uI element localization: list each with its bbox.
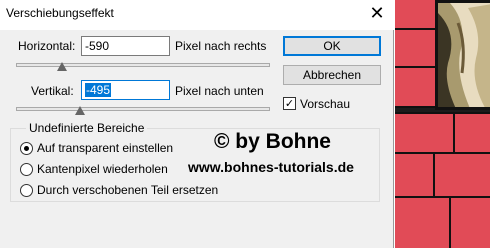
brick-tile	[395, 112, 455, 154]
horizontal-slider-thumb[interactable]	[56, 62, 67, 71]
horizontal-unit: Pixel nach rechts	[175, 39, 267, 53]
brick-tile	[395, 0, 439, 30]
cancel-button[interactable]: Abbrechen	[283, 65, 381, 85]
image-fragment-graphic	[438, 3, 490, 107]
vertical-label: Vertikal:	[31, 84, 74, 98]
vertical-input[interactable]: -495	[81, 80, 170, 100]
vertical-unit: Pixel nach unten	[175, 84, 264, 98]
brick-tile	[433, 152, 490, 198]
radio-repeat-edges-label: Kantenpixel wiederholen	[37, 162, 168, 176]
brick-tile	[395, 66, 439, 108]
brick-tile	[395, 28, 439, 68]
preview-checkbox[interactable]: ✓	[283, 97, 296, 110]
close-icon[interactable]: ✕	[364, 2, 390, 26]
brick-tile	[395, 152, 435, 198]
horizontal-slider[interactable]	[16, 63, 270, 67]
title-bar: Verschiebungseffekt ✕	[0, 0, 394, 30]
radio-wrap-around-label: Durch verschobenen Teil ersetzen	[37, 183, 219, 197]
brick-tile	[453, 112, 490, 154]
radio-transparent-label: Auf transparent einstellen	[37, 141, 174, 155]
horizontal-label: Horizontal:	[18, 39, 76, 53]
horizontal-value: -590	[85, 39, 110, 53]
radio-wrap-around[interactable]	[20, 184, 33, 197]
radio-transparent[interactable]	[20, 142, 33, 155]
vertical-slider[interactable]	[16, 107, 270, 111]
brick-tile	[449, 196, 490, 248]
dialog-title: Verschiebungseffekt	[6, 6, 114, 20]
brick-tile	[395, 196, 451, 248]
vertical-value: -495	[85, 83, 112, 97]
preview-label: Vorschau	[300, 97, 351, 111]
watermark-copyright: © by Bohne	[214, 130, 331, 153]
vertical-slider-thumb[interactable]	[74, 106, 85, 115]
ok-button[interactable]: OK	[283, 36, 381, 56]
image-canvas	[395, 0, 490, 248]
radio-repeat-edges[interactable]	[20, 163, 33, 176]
offset-image-fragment	[435, 0, 490, 110]
watermark-url: www.bohnes-tutorials.de	[188, 159, 354, 175]
offset-dialog: Verschiebungseffekt ✕ Horizontal: -590 P…	[0, 0, 394, 248]
undefined-areas-title: Undefinierte Bereiche	[26, 121, 148, 135]
horizontal-input[interactable]: -590	[81, 36, 170, 56]
